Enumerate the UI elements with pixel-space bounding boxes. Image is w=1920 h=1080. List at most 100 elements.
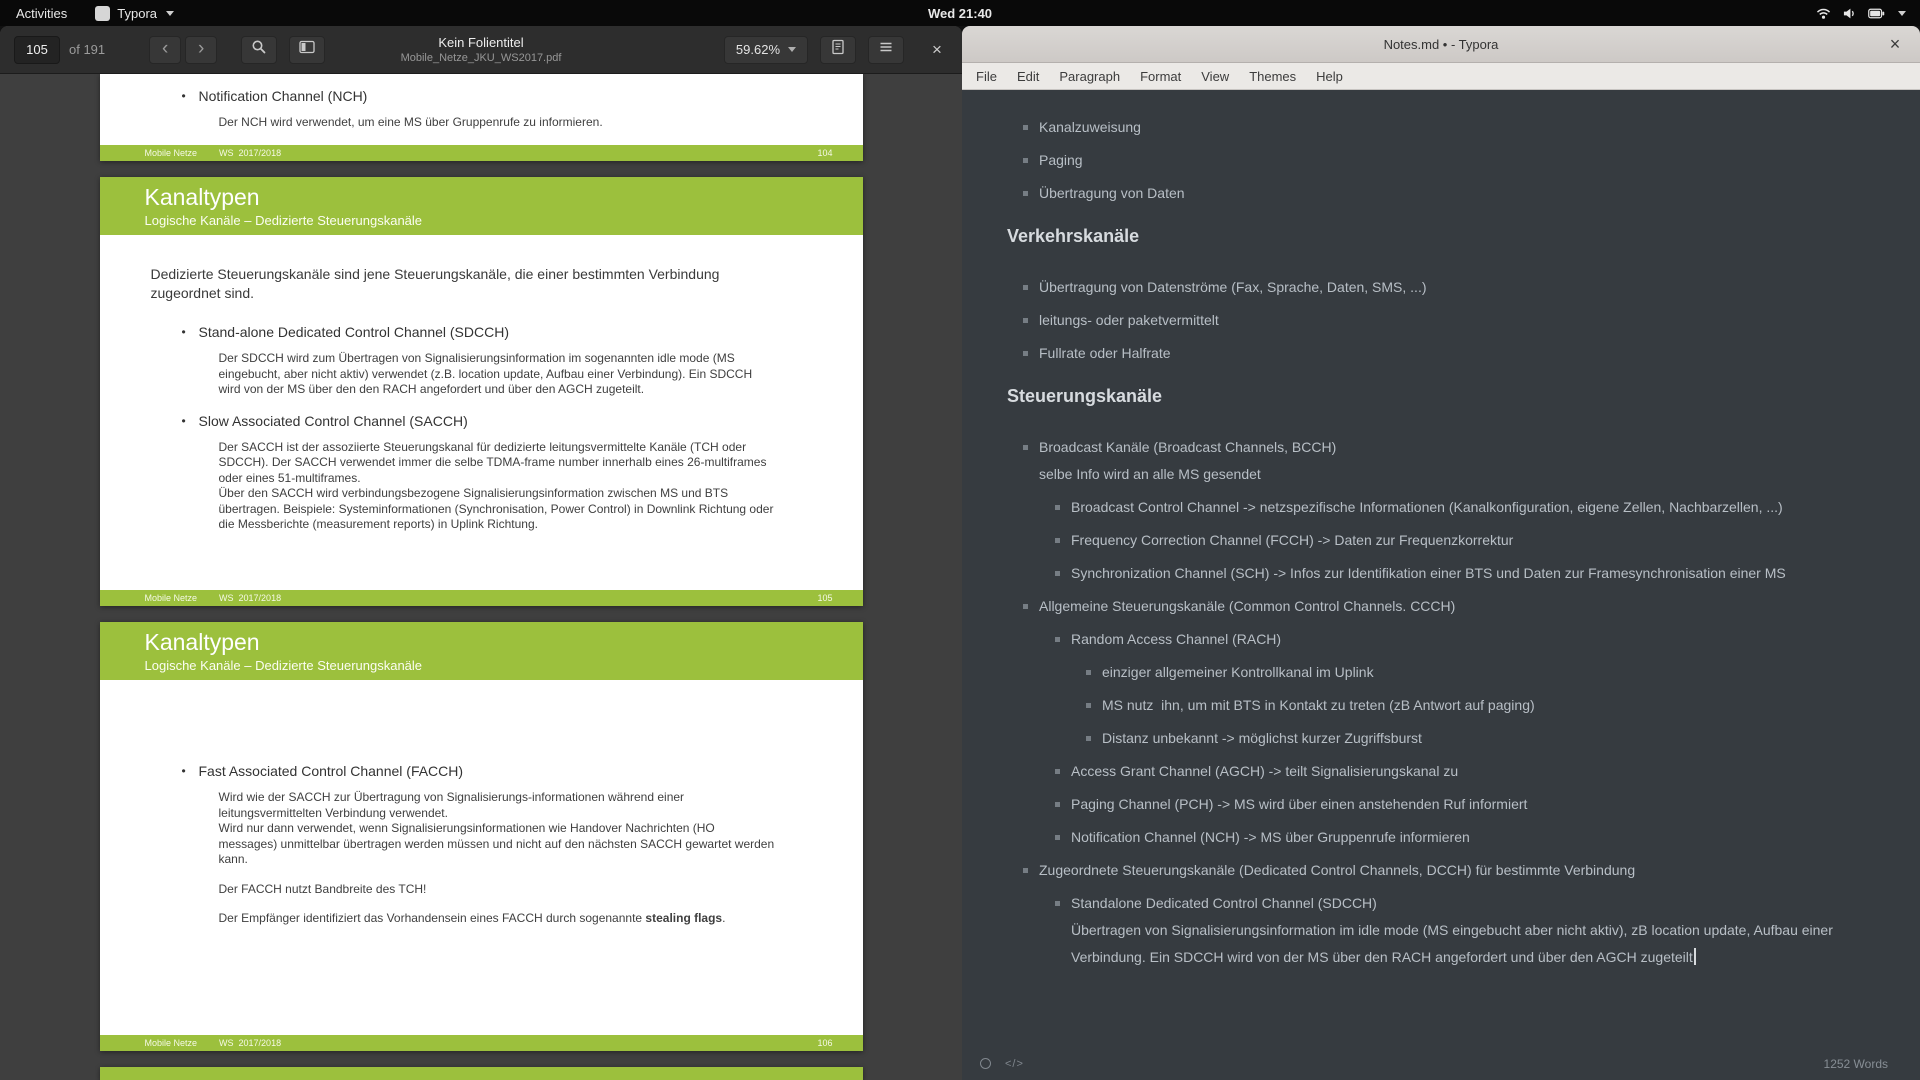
list-item-text: Notification Channel (NCH) -> MS über Gr…: [1071, 824, 1890, 851]
menu-paragraph[interactable]: Paragraph: [1049, 63, 1130, 90]
typora-title-bar[interactable]: Notes.md • - Typora ×: [962, 26, 1920, 63]
bullet-dot-icon: •: [182, 762, 199, 781]
list-item[interactable]: Synchronization Channel (SCH) -> Infos z…: [1007, 560, 1890, 587]
menu-file[interactable]: File: [966, 63, 1007, 90]
pdf-header-right-group: 59.62% ×: [724, 36, 952, 64]
markdown-heading[interactable]: Verkehrskanäle: [1007, 224, 1890, 248]
clock[interactable]: Wed 21:40: [928, 0, 992, 26]
typora-window: Notes.md • - Typora × FileEditParagraphF…: [962, 26, 1920, 1080]
bullet-marker-icon: [1086, 736, 1091, 741]
list-item-text: Frequency Correction Channel (FCCH) -> D…: [1071, 527, 1890, 554]
list-item[interactable]: Allgemeine Steuerungskanäle (Common Cont…: [1007, 593, 1890, 620]
list-item[interactable]: Standalone Dedicated Control Channel (SD…: [1007, 890, 1890, 971]
list-item-text: Übertragung von Daten: [1039, 180, 1890, 207]
main-menu-button[interactable]: [868, 36, 904, 64]
slide-body: •Notification Channel (NCH)Der NCH wird …: [100, 74, 863, 131]
slide-bullet-item: •Slow Associated Control Channel (SACCH): [182, 412, 823, 431]
list-item-text: leitungs- oder paketvermittelt: [1039, 307, 1890, 334]
bullet-marker-icon: [1023, 318, 1028, 323]
next-page-button[interactable]: ›: [185, 36, 217, 64]
slide-paragraph: Der SDCCH wird zum Übertragen von Signal…: [219, 351, 777, 398]
word-count-label: 1252 Words: [1824, 1057, 1888, 1071]
list-item[interactable]: Random Access Channel (RACH): [1007, 626, 1890, 653]
list-item-text: Distanz unbekannt -> möglichst kurzer Zu…: [1102, 725, 1890, 752]
pdf-header-bar: of 191 ‹ › Kein Folientitel Mobile_Netze…: [0, 26, 962, 74]
activities-button[interactable]: Activities: [0, 0, 83, 26]
list-item[interactable]: leitungs- oder paketvermittelt: [1007, 307, 1890, 334]
page-number-input[interactable]: [14, 36, 60, 64]
footer-course-label: Mobile Netze: [145, 593, 198, 603]
source-code-mode-icon[interactable]: </>: [1005, 1058, 1024, 1070]
slide-bullet-text: Notification Channel (NCH): [199, 87, 368, 106]
list-item[interactable]: einziger allgemeiner Kontrollkanal im Up…: [1007, 659, 1890, 686]
list-item[interactable]: Broadcast Control Channel -> netzspezifi…: [1007, 494, 1890, 521]
menu-format[interactable]: Format: [1130, 63, 1191, 90]
slide-paragraph: Der SACCH ist der assoziierte Steuerungs…: [219, 440, 777, 533]
list-item[interactable]: Paging: [1007, 147, 1890, 174]
menu-view[interactable]: View: [1191, 63, 1239, 90]
list-item[interactable]: Notification Channel (NCH) -> MS über Gr…: [1007, 824, 1890, 851]
chevron-down-icon: [1898, 11, 1906, 16]
list-item[interactable]: Zugeordnete Steuerungskanäle (Dedicated …: [1007, 857, 1890, 884]
slide-body: Dedizierte Steuerungskanäle sind jene St…: [100, 235, 863, 533]
system-status-area[interactable]: [1802, 0, 1920, 26]
typora-window-title: Notes.md • - Typora: [1384, 37, 1499, 52]
previous-page-button[interactable]: ‹: [149, 36, 181, 64]
zoom-dropdown-button[interactable]: 59.62%: [724, 36, 808, 64]
focus-mode-icon[interactable]: [980, 1058, 991, 1069]
pdf-page: •Notification Channel (NCH)Der NCH wird …: [100, 74, 863, 161]
list-item[interactable]: Paging Channel (PCH) -> MS wird über ein…: [1007, 791, 1890, 818]
typora-menubar: FileEditParagraphFormatViewThemesHelp: [962, 63, 1920, 90]
pdf-viewer-window: of 191 ‹ › Kein Folientitel Mobile_Netze…: [0, 26, 962, 1080]
list-item[interactable]: Fullrate oder Halfrate: [1007, 340, 1890, 367]
slide-body: •Fast Associated Control Channel (FACCH)…: [100, 680, 863, 927]
zoom-level-label: 59.62%: [736, 42, 780, 57]
bullet-marker-icon: [1023, 191, 1028, 196]
slide-bullet-text: Slow Associated Control Channel (SACCH): [199, 412, 468, 431]
list-item[interactable]: Frequency Correction Channel (FCCH) -> D…: [1007, 527, 1890, 554]
typora-document[interactable]: Kanalzuweisung Paging Übertragung von Date…: [962, 90, 1920, 1047]
menu-edit[interactable]: Edit: [1007, 63, 1049, 90]
slide-footer: Mobile NetzeWS 2017/2018104: [100, 145, 863, 161]
slide-bullet-item: •Notification Channel (NCH): [182, 87, 823, 106]
list-item[interactable]: Access Grant Channel (AGCH) -> teilt Sig…: [1007, 758, 1890, 785]
annotation-page-icon: [830, 39, 846, 60]
bullet-marker-icon: [1086, 703, 1091, 708]
list-item[interactable]: Broadcast Kanäle (Broadcast Channels, BC…: [1007, 434, 1890, 488]
typora-close-button[interactable]: ×: [1880, 26, 1910, 63]
footer-session-label: WS 2017/2018: [219, 1038, 281, 1048]
markdown-heading[interactable]: Steuerungskanäle: [1007, 384, 1890, 408]
slide-paragraph: Wird wie der SACCH zur Übertragung von S…: [219, 790, 777, 868]
app-menu-button[interactable]: Typora: [83, 0, 186, 26]
slide-title-banner: KanaltypenLogische Kanäle – Dedizierte S…: [100, 622, 863, 680]
list-item-text: Broadcast Kanäle (Broadcast Channels, BC…: [1039, 434, 1890, 461]
list-item[interactable]: MS nutz ihn, um mit BTS in Kontakt zu tr…: [1007, 692, 1890, 719]
document-filename: Mobile_Netze_JKU_WS2017.pdf: [271, 52, 691, 65]
menu-themes[interactable]: Themes: [1239, 63, 1306, 90]
list-item[interactable]: Übertragung von Daten: [1007, 180, 1890, 207]
bullet-marker-icon: [1086, 670, 1091, 675]
menu-help[interactable]: Help: [1306, 63, 1353, 90]
pdf-close-button[interactable]: ×: [922, 36, 952, 64]
list-item-text: Fullrate oder Halfrate: [1039, 340, 1890, 367]
bullet-marker-icon: [1055, 571, 1060, 576]
bullet-marker-icon: [1055, 538, 1060, 543]
slide-title: Kanaltypen: [145, 184, 863, 210]
footer-course-label: Mobile Netze: [145, 1038, 198, 1048]
bullet-dot-icon: •: [182, 412, 199, 431]
list-item-text: selbe Info wird an alle MS gesendet: [1039, 461, 1890, 488]
bullet-marker-icon: [1023, 158, 1028, 163]
list-item[interactable]: Distanz unbekannt -> möglichst kurzer Zu…: [1007, 725, 1890, 752]
bullet-marker-icon: [1055, 835, 1060, 840]
list-item-text: Paging: [1039, 147, 1890, 174]
footer-page-number: 104: [817, 148, 832, 158]
pdf-canvas[interactable]: •Notification Channel (NCH)Der NCH wird …: [0, 74, 962, 1080]
list-item-text: Synchronization Channel (SCH) -> Infos z…: [1071, 560, 1890, 587]
slide-footer: Mobile NetzeWS 2017/2018106: [100, 1035, 863, 1051]
list-item-text: Random Access Channel (RACH): [1071, 626, 1890, 653]
annotations-button[interactable]: [820, 36, 856, 64]
list-item[interactable]: Kanalzuweisung: [1007, 114, 1890, 141]
document-title: Kein Folientitel Mobile_Netze_JKU_WS2017…: [271, 35, 691, 65]
slide-paragraph: Dedizierte Steuerungskanäle sind jene St…: [151, 265, 771, 303]
list-item[interactable]: Übertragung von Datenströme (Fax, Sprach…: [1007, 274, 1890, 301]
